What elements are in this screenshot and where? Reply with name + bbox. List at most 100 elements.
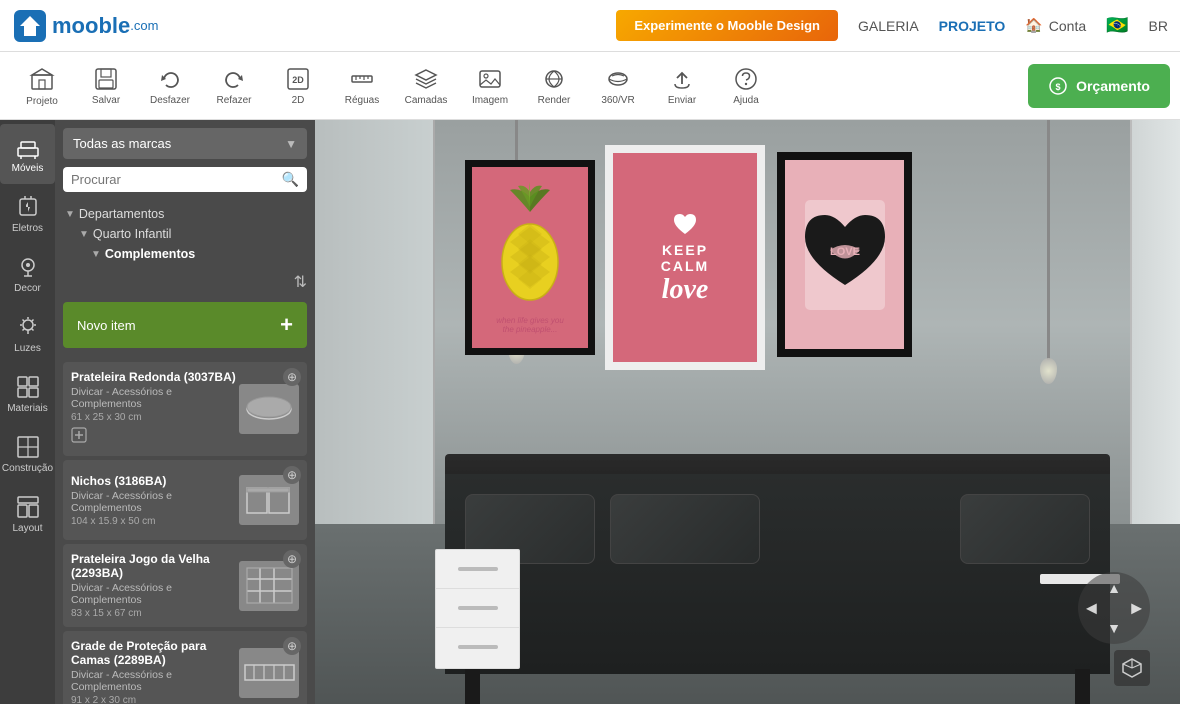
product-item[interactable]: Nichos (3186BA) Divicar - Acessórios e C… [63,460,307,540]
nav-down-arrow[interactable]: ▼ [1107,620,1121,636]
nav-projeto[interactable]: PROJETO [939,18,1006,34]
bed-container [445,454,1110,704]
logo-com: .com [130,18,158,33]
new-item-button[interactable]: Novo item + [63,302,307,348]
frame-love: LOVE [777,152,912,357]
tree-departamentos[interactable]: ▼ Departamentos [63,204,307,224]
toolbar-2d[interactable]: 2D 2D [266,56,330,116]
departamentos-label: Departamentos [79,207,164,221]
brand-select[interactable]: Todas as marcas ▼ [63,128,307,159]
svg-text:LOVE: LOVE [830,246,860,258]
product-size: 104 x 15.9 x 50 cm [71,516,239,527]
nav-circle[interactable]: ▲ ▼ ◀ ▶ [1078,572,1150,644]
language-label[interactable]: BR [1149,18,1168,34]
desfazer-label: Desfazer [150,95,190,106]
search-input[interactable] [71,172,282,187]
360vr-icon [605,66,631,92]
product-image [239,384,299,434]
toolbar-projeto[interactable]: Projeto [10,56,74,116]
product-expand-icon[interactable]: ⊕ [283,637,301,655]
bedroom-scene: when life gives youthe pineapple... KEEP… [315,120,1180,704]
salvar-icon [93,66,119,92]
logo: mooble .com [12,8,158,44]
360vr-label: 360/VR [601,95,634,106]
product-expand-icon[interactable]: ⊕ [283,466,301,484]
projeto-icon [28,65,56,93]
toolbar-camadas[interactable]: Camadas [394,56,458,116]
sidebar-item-luzes[interactable]: Luzes [0,304,55,364]
svg-text:2D: 2D [292,75,304,85]
product-item[interactable]: Prateleira Jogo da Velha (2293BA) Divica… [63,544,307,627]
canvas-area[interactable]: when life gives youthe pineapple... KEEP… [315,120,1180,704]
toolbar-enviar[interactable]: Enviar [650,56,714,116]
drawer-2 [436,589,519,628]
decor-icon [15,254,41,280]
grade-img [242,650,297,695]
refazer-label: Refazer [216,95,251,106]
sidebar-item-eletros[interactable]: Eletros [0,184,55,244]
panel: Todas as marcas ▼ 🔍 ▼ Departamentos ▼ Qu… [55,120,315,704]
toolbar-salvar[interactable]: Salvar [74,56,138,116]
nichos-img [242,478,297,523]
render-icon [541,66,567,92]
new-item-label: Novo item [77,318,136,333]
reguas-label: Réguas [345,95,379,106]
header-nav: GALERIA PROJETO 🏠 Conta 🇧🇷 BR [858,15,1168,36]
product-item[interactable]: Prateleira Redonda (3037BA) Divicar - Ac… [63,362,307,456]
sidebar-item-layout[interactable]: Layout [0,484,55,544]
product-size: 83 x 15 x 67 cm [71,608,239,619]
toolbar-desfazer[interactable]: Desfazer [138,56,202,116]
frame-pineapple: when life gives youthe pineapple... [465,160,595,355]
sidebar-item-decor[interactable]: Decor [0,244,55,304]
handle-1 [458,567,498,571]
experiment-button[interactable]: Experimente o Mooble Design [616,10,838,41]
product-add-small-icon [71,427,87,443]
cube-icon [1121,657,1143,679]
sidebar-item-materiais[interactable]: Materiais [0,364,55,424]
nav-conta[interactable]: 🏠 Conta [1025,17,1086,34]
product-brand: Divicar - Acessórios e Complementos [71,490,239,514]
product-expand-icon[interactable]: ⊕ [283,550,301,568]
cube-button[interactable] [1114,650,1150,686]
imagem-icon [477,66,503,92]
toolbar-360vr[interactable]: 360/VR [586,56,650,116]
enviar-icon [669,66,695,92]
decor-label: Decor [14,283,41,294]
sort-icon[interactable]: ⇅ [294,272,307,292]
toolbar-imagem[interactable]: Imagem [458,56,522,116]
product-item[interactable]: Grade de Proteção para Camas (2289BA) Di… [63,631,307,704]
arrow-quarto: ▼ [79,229,89,240]
tree-complementos[interactable]: ▼ Complementos [63,244,307,264]
header: mooble .com Experimente o Mooble Design … [0,0,1180,52]
nav-left-arrow[interactable]: ◀ [1086,600,1097,617]
prateleira-jogo-img [242,563,297,608]
sidebar-item-moveis[interactable]: Móveis [0,124,55,184]
drawer-3 [436,628,519,667]
budget-button[interactable]: $ Orçamento [1028,64,1170,108]
product-name: Prateleira Jogo da Velha (2293BA) [71,552,239,580]
product-info: Nichos (3186BA) Divicar - Acessórios e C… [71,474,239,527]
quarto-label: Quarto Infantil [93,227,172,241]
product-info: Grade de Proteção para Camas (2289BA) Di… [71,639,239,704]
handle-2 [458,606,498,610]
tree-quarto-infantil[interactable]: ▼ Quarto Infantil [63,224,307,244]
product-expand-icon[interactable]: ⊕ [283,368,301,386]
nav-up-arrow[interactable]: ▲ [1107,580,1121,596]
materiais-label: Materiais [7,403,48,414]
toolbar-reguas[interactable]: Réguas [330,56,394,116]
toolbar-ajuda[interactable]: Ajuda [714,56,778,116]
toolbar-render[interactable]: Render [522,56,586,116]
handle-3 [458,645,498,649]
luzes-icon [15,314,41,340]
nav-galeria[interactable]: GALERIA [858,18,919,34]
product-image [239,648,299,698]
main-area: Móveis Eletros Decor [0,120,1180,704]
eletros-icon [15,194,41,220]
love-heart-icon: LOVE [795,195,895,315]
nav-right-arrow[interactable]: ▶ [1131,600,1142,617]
sidebar-item-construcao[interactable]: Construção [0,424,55,484]
bed-body [445,474,1110,674]
toolbar-refazer[interactable]: Refazer [202,56,266,116]
products-list: Prateleira Redonda (3037BA) Divicar - Ac… [55,354,315,704]
camadas-icon [413,66,439,92]
